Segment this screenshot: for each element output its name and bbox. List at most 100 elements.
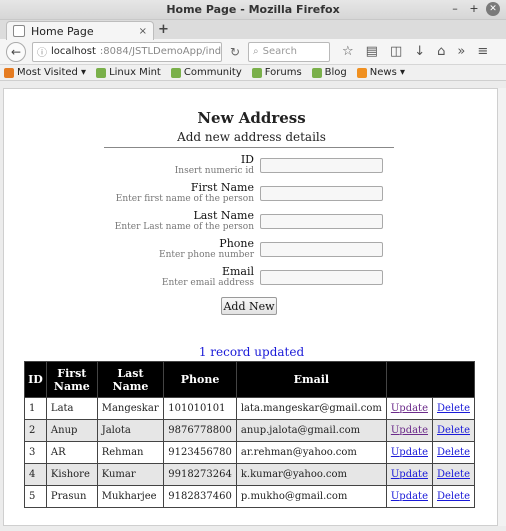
cell-update: Update (385, 485, 434, 508)
cell-first-name: Anup (45, 419, 98, 442)
delete-link[interactable]: Delete (437, 491, 470, 502)
form-subtitle: Add new address details (177, 130, 326, 144)
new-tab-button[interactable]: + (158, 22, 169, 37)
update-link[interactable]: Update (391, 403, 428, 414)
page-icon (13, 25, 25, 37)
cell-first-name: Prasun (45, 485, 98, 508)
maximize-button[interactable]: + (467, 2, 481, 16)
cell-first-name: Lata (45, 397, 98, 420)
last-name-input[interactable] (260, 214, 383, 229)
close-window-button[interactable]: ✕ (486, 2, 500, 16)
tab-strip: Home Page × + (0, 20, 506, 40)
overflow-chevron-icon[interactable]: » (457, 44, 465, 59)
tab-title: Home Page (31, 24, 94, 38)
address-table: ID First Name Last Name Phone Email 1 Lat… (24, 361, 476, 508)
cell-last-name: Kumar (96, 463, 165, 486)
cell-update: Update (385, 397, 434, 420)
cell-first-name: AR (45, 441, 98, 464)
url-bar[interactable]: ⓘ localhost:8084/JSTLDemoApp/index.jsp?n (32, 41, 222, 62)
update-link[interactable]: Update (391, 425, 428, 436)
field-first-name: First Name Enter first name of the perso… (104, 181, 394, 207)
minimize-button[interactable]: – (448, 2, 462, 16)
bookmark-star-icon[interactable]: ☆ (342, 44, 354, 59)
first-name-input[interactable] (260, 186, 383, 201)
bookmark-label: Linux Mint (109, 67, 161, 78)
page-content: New Address Add new address details ID I… (3, 88, 498, 526)
cell-phone: 101010101 (163, 397, 237, 420)
url-path: :8084/JSTLDemoApp/index.jsp?n (99, 46, 222, 57)
cell-email: k.kumar@yahoo.com (235, 463, 387, 486)
tab-home-page[interactable]: Home Page × (6, 21, 154, 40)
field-last-name: Last Name Enter Last name of the person (104, 209, 394, 235)
mint-icon (96, 67, 107, 78)
bookmark-label: Forums (264, 67, 302, 78)
bookmark-blog[interactable]: Blog (311, 67, 347, 78)
cell-first-name: Kishore (45, 463, 98, 486)
bookmark-news[interactable]: News ▾ (356, 67, 406, 78)
column-header-actions (385, 361, 476, 398)
site-info-icon[interactable]: ⓘ (37, 44, 47, 59)
id-input[interactable] (260, 158, 383, 173)
bookmark-label: Blog (324, 67, 347, 78)
home-icon[interactable]: ⌂ (437, 44, 445, 59)
close-tab-icon[interactable]: × (139, 26, 147, 37)
update-link[interactable]: Update (391, 469, 428, 480)
search-placeholder: Search (262, 46, 297, 57)
url-host: localhost (51, 46, 96, 57)
toolbar-icons: ☆ ▤ ◫ ↓ ⌂ » ≡ (342, 44, 488, 59)
mint-icon (251, 67, 262, 78)
field-label: Last Name (193, 209, 254, 222)
cell-phone: 9918273264 (163, 463, 237, 486)
table-header-row: ID First Name Last Name Phone Email (24, 361, 476, 398)
field-hint: Enter email address (161, 278, 254, 288)
table-row: 2 Anup Jalota 9876778800 anup.jalota@gmail.c… (24, 419, 475, 442)
delete-link[interactable]: Delete (437, 403, 470, 414)
rss-icon (356, 67, 367, 78)
update-link[interactable]: Update (391, 491, 428, 502)
page-scrollbar[interactable] (498, 88, 506, 526)
bookmark-linux-mint[interactable]: Linux Mint (96, 67, 161, 78)
column-header-phone: Phone (163, 361, 237, 398)
bookmark-most-visited[interactable]: Most Visited ▾ (4, 67, 86, 78)
field-phone: Phone Enter phone number (104, 237, 394, 263)
bookmark-community[interactable]: Community (170, 67, 242, 78)
pocket-icon[interactable]: ◫ (390, 44, 402, 59)
menu-icon[interactable]: ≡ (477, 44, 488, 59)
cell-email: lata.mangeskar@gmail.com (235, 397, 387, 420)
cell-last-name: Rehman (96, 441, 165, 464)
bookmark-label: News ▾ (369, 67, 406, 78)
back-arrow-icon[interactable]: ← (6, 41, 26, 62)
cell-email: p.mukho@gmail.com (235, 485, 387, 508)
reading-list-icon[interactable]: ▤ (366, 44, 378, 59)
search-input[interactable]: ⌕ Search (248, 41, 330, 62)
navigation-toolbar: ← ⓘ localhost:8084/JSTLDemoApp/index.jsp… (0, 39, 506, 65)
delete-link[interactable]: Delete (437, 425, 470, 436)
add-new-button[interactable]: Add New (221, 297, 277, 315)
cell-last-name: Mukharjee (96, 485, 165, 508)
reload-icon[interactable]: ↻ (228, 45, 242, 59)
field-hint: Enter phone number (159, 250, 254, 260)
cell-delete: Delete (432, 441, 475, 464)
bookmark-forums[interactable]: Forums (251, 67, 302, 78)
delete-link[interactable]: Delete (437, 469, 470, 480)
update-link[interactable]: Update (391, 447, 428, 458)
phone-input[interactable] (260, 242, 383, 257)
column-header-id: ID (24, 361, 47, 398)
email-input[interactable] (260, 270, 383, 285)
cell-id: 4 (24, 463, 47, 486)
form-title: New Address (197, 109, 306, 127)
cell-update: Update (385, 419, 434, 442)
delete-link[interactable]: Delete (437, 447, 470, 458)
field-email: Email Enter email address (104, 265, 394, 291)
cell-id: 5 (24, 485, 47, 508)
cell-email: ar.rehman@yahoo.com (235, 441, 387, 464)
mint-icon (311, 67, 322, 78)
cell-last-name: Jalota (96, 419, 165, 442)
cell-phone: 9876778800 (163, 419, 237, 442)
cell-last-name: Mangeskar (96, 397, 165, 420)
field-label: ID (240, 153, 254, 166)
folder-icon (4, 67, 14, 78)
cell-delete: Delete (432, 419, 475, 442)
download-icon[interactable]: ↓ (414, 44, 425, 59)
mint-icon (170, 67, 181, 78)
